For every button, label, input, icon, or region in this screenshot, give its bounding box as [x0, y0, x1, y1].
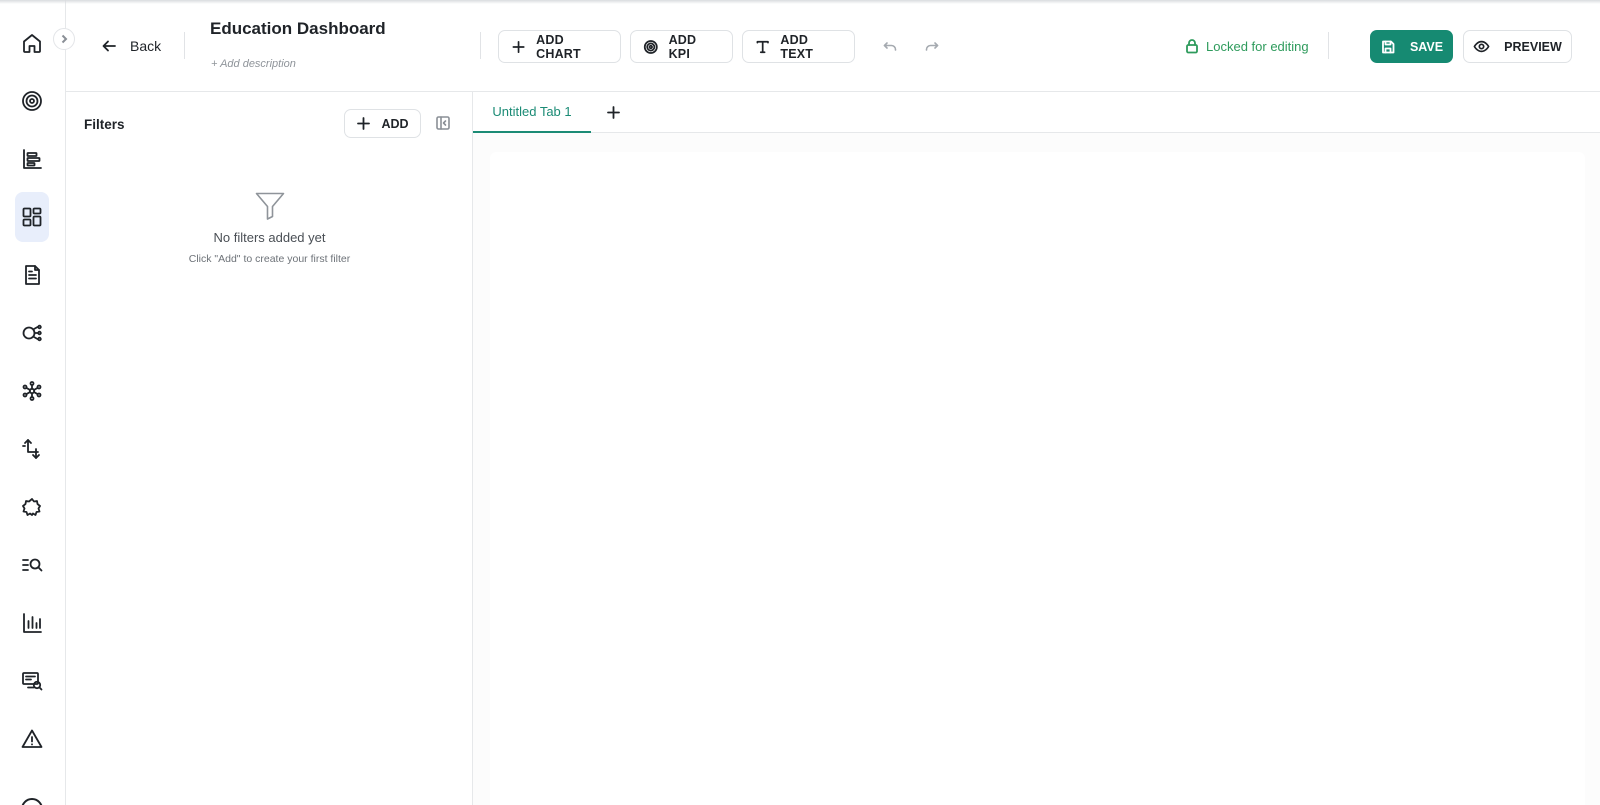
add-filter-label: ADD: [381, 116, 409, 131]
warning-icon: [21, 729, 43, 748]
filters-empty-state: No filters added yet Click "Add" to crea…: [66, 188, 473, 265]
add-chart-label: ADD CHART: [536, 32, 581, 61]
header-divider: [184, 32, 185, 59]
plus-icon: [606, 105, 620, 119]
left-nav-rail: [0, 0, 66, 805]
nav-reports[interactable]: [15, 134, 49, 184]
header-divider: [1328, 32, 1329, 59]
collapse-filters-button[interactable]: [434, 114, 452, 132]
search-list-icon: [22, 558, 43, 572]
top-shadow: [0, 0, 1600, 4]
nav-analytics[interactable]: [15, 598, 49, 648]
save-button[interactable]: SAVE: [1370, 30, 1453, 63]
text-icon: [756, 40, 769, 53]
save-label: SAVE: [1409, 39, 1444, 54]
dashboard-icon: [22, 207, 42, 227]
add-description-link[interactable]: + Add description: [211, 58, 296, 70]
nav-transform[interactable]: [15, 424, 49, 474]
dashboard-header: Back Education Dashboard + Add descripti…: [66, 0, 1600, 92]
empty-state-title: No filters added yet: [213, 230, 326, 245]
preview-label: PREVIEW: [1504, 39, 1562, 54]
add-kpi-label: ADD KPI: [668, 32, 697, 61]
dashboard-title[interactable]: Education Dashboard: [210, 19, 386, 39]
dashboard-canvas-area: Untitled Tab 1: [473, 92, 1600, 805]
monitor-search-icon: [22, 672, 43, 691]
back-button[interactable]: Back: [100, 34, 161, 58]
nav-alerts[interactable]: [15, 714, 49, 764]
filters-title: Filters: [84, 117, 125, 132]
transform-icon: [22, 439, 40, 459]
save-icon: [1382, 40, 1395, 53]
target-icon: [22, 91, 42, 111]
undo-icon: [883, 42, 897, 51]
document-icon: [25, 265, 40, 285]
undo-button[interactable]: [879, 36, 901, 58]
network-icon: [22, 381, 42, 401]
list-chart-icon: [23, 149, 42, 169]
filter-icon: [253, 188, 287, 222]
nav-goals[interactable]: [15, 76, 49, 126]
arrow-left-icon: [102, 40, 116, 52]
add-filter-button[interactable]: ADD: [344, 109, 421, 138]
expand-sidebar-button[interactable]: [53, 28, 75, 50]
back-label: Back: [130, 38, 162, 54]
preview-button[interactable]: PREVIEW: [1463, 30, 1572, 63]
tab-bar: Untitled Tab 1: [473, 92, 1600, 133]
add-text-label: ADD TEXT: [780, 32, 814, 61]
redo-button[interactable]: [921, 36, 943, 58]
add-text-button[interactable]: ADD TEXT: [742, 30, 855, 63]
collapse-panel-icon: [436, 116, 450, 130]
dashboard-canvas[interactable]: [490, 152, 1585, 805]
tab-untitled-1[interactable]: Untitled Tab 1: [473, 92, 591, 133]
lock-status: Locked for editing: [1184, 36, 1309, 56]
add-kpi-button[interactable]: ADD KPI: [630, 30, 733, 63]
empty-state-subtitle: Click "Add" to create your first filter: [188, 253, 351, 265]
nav-documents[interactable]: [15, 250, 49, 300]
flow-icon: [22, 324, 42, 342]
user-avatar-icon[interactable]: [21, 798, 43, 805]
add-tab-button[interactable]: [603, 102, 623, 122]
home-icon: [23, 34, 41, 53]
target-icon: [643, 39, 658, 54]
app-window: Back Education Dashboard + Add descripti…: [0, 0, 1600, 805]
nav-flows[interactable]: [15, 308, 49, 358]
nav-search-list[interactable]: [15, 540, 49, 590]
header-divider: [480, 32, 481, 59]
nav-home[interactable]: [15, 18, 49, 68]
lock-icon: [1186, 39, 1198, 54]
bug-icon: [22, 498, 41, 516]
add-chart-button[interactable]: ADD CHART: [498, 30, 621, 63]
nav-debug[interactable]: [15, 482, 49, 532]
chevron-right-icon: [61, 34, 68, 44]
filters-panel: Filters ADD No filters added yet Click "…: [66, 92, 473, 805]
nav-network[interactable]: [15, 366, 49, 416]
eye-icon: [1473, 40, 1490, 53]
bar-chart-icon: [23, 613, 42, 633]
plus-icon: [357, 117, 371, 130]
nav-monitor[interactable]: [15, 656, 49, 706]
plus-icon: [512, 40, 525, 53]
lock-status-label: Locked for editing: [1206, 38, 1309, 54]
nav-dashboards[interactable]: [15, 192, 49, 242]
redo-icon: [925, 42, 939, 51]
